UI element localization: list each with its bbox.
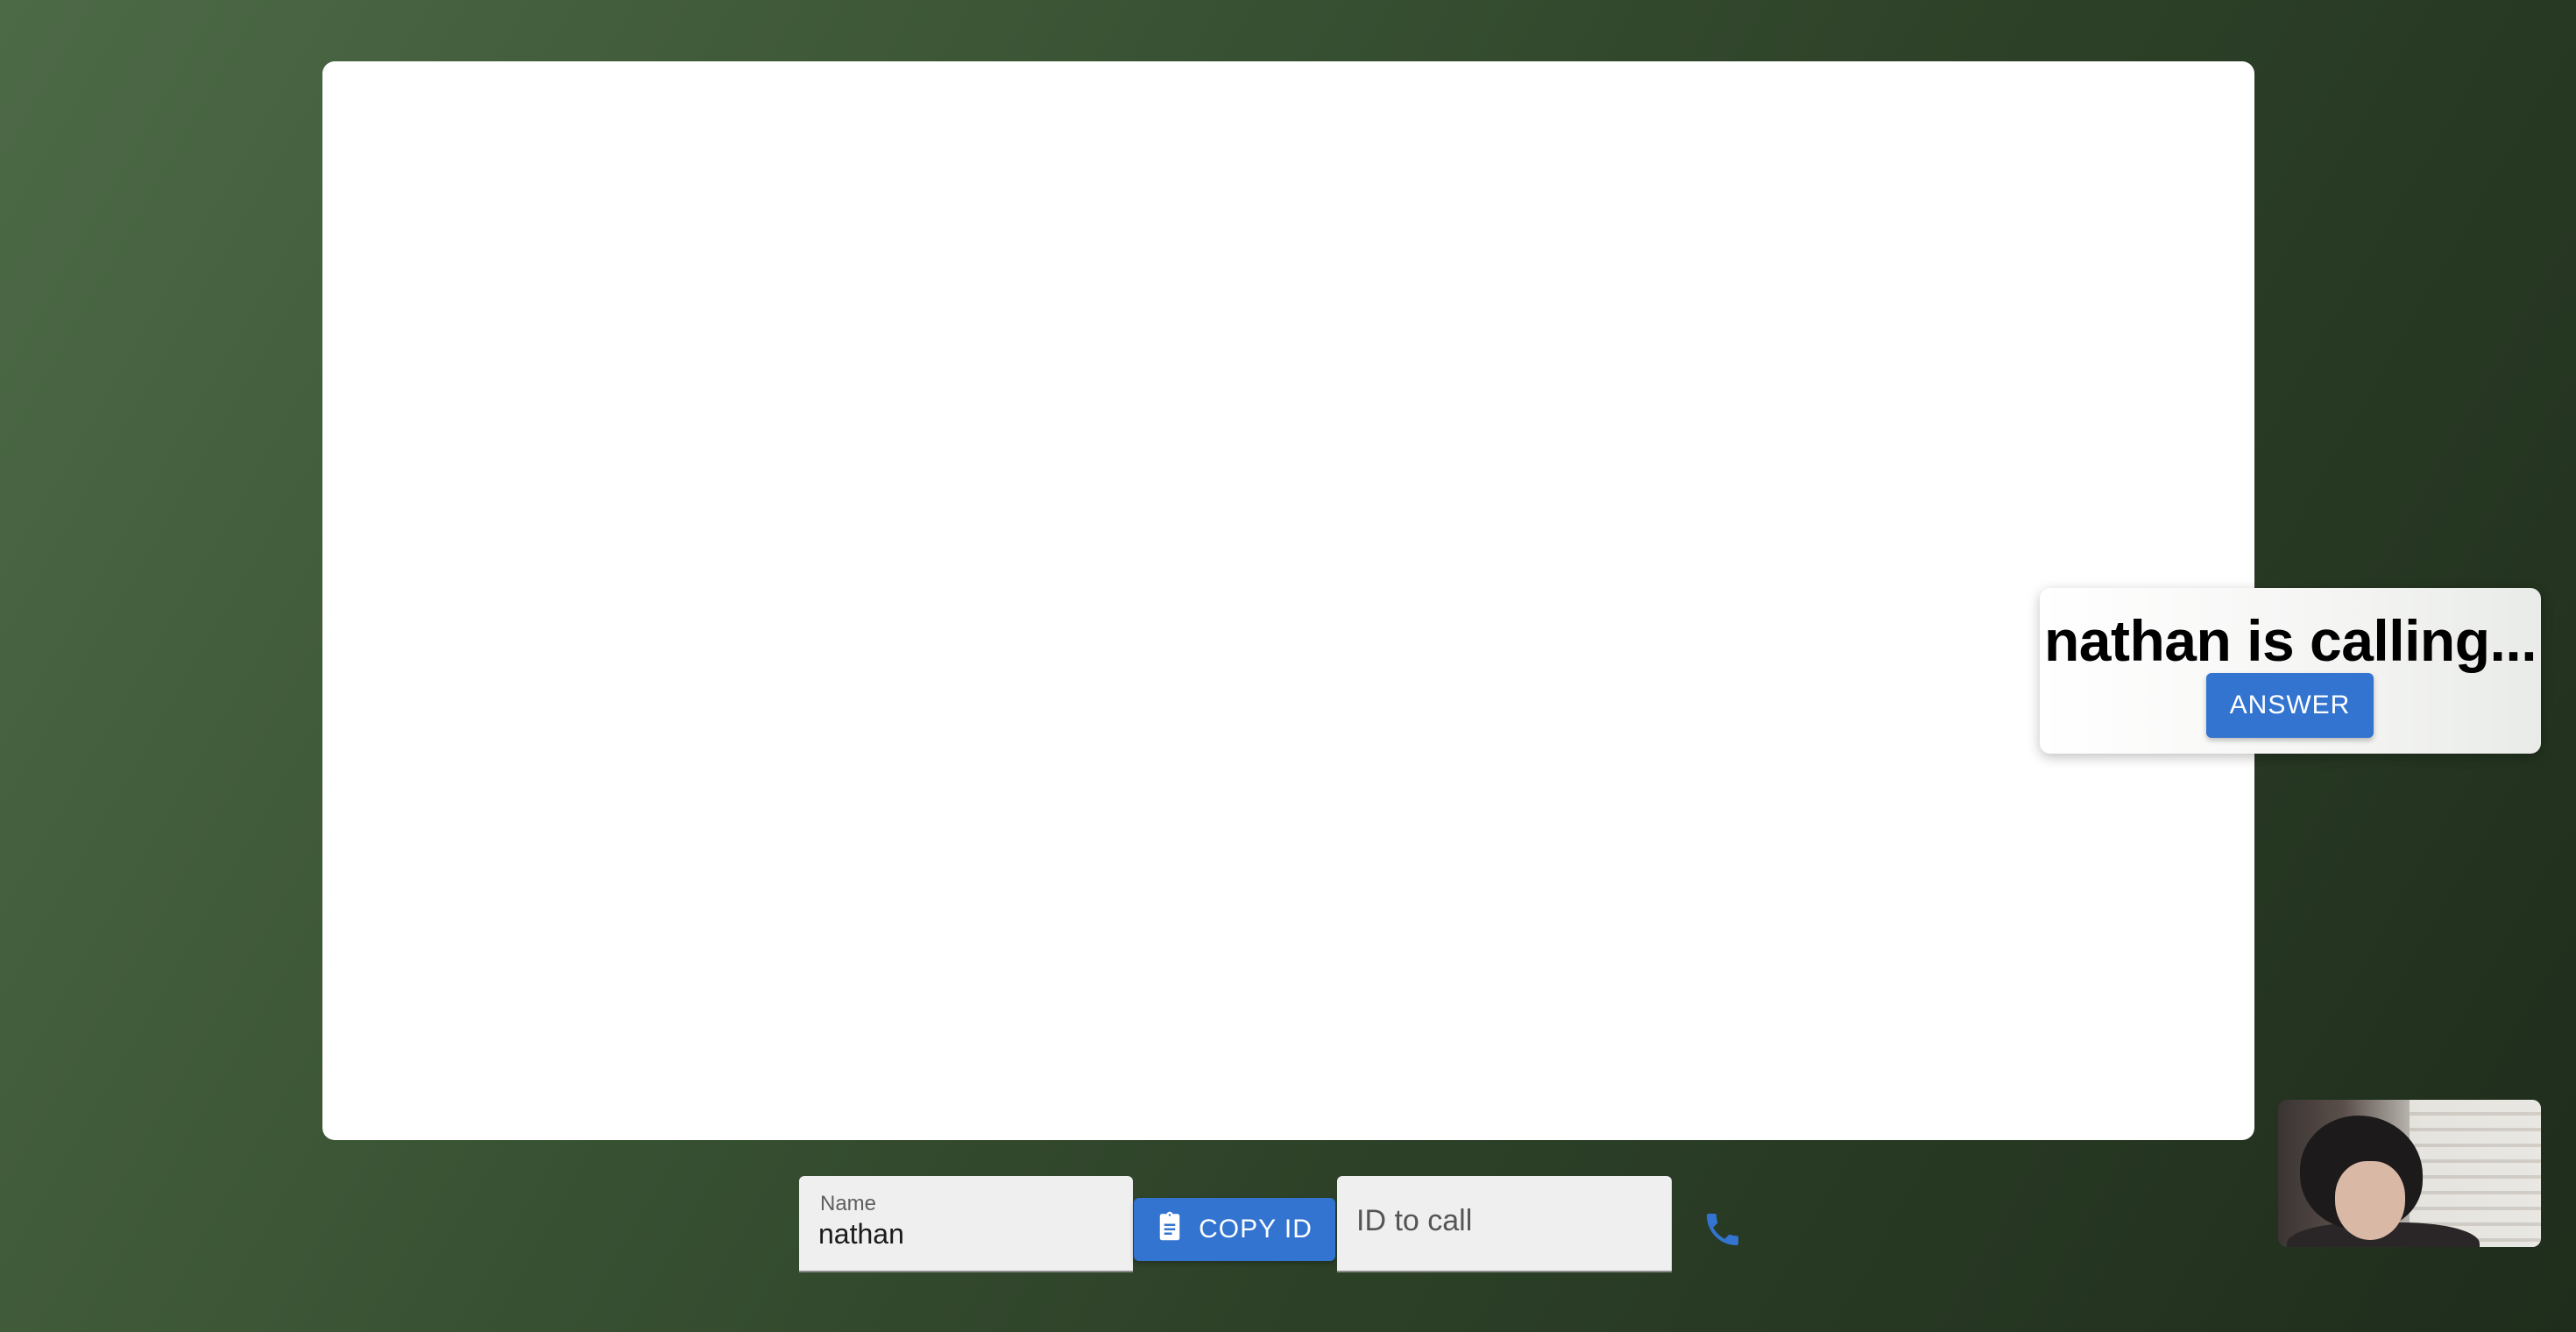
call-button[interactable] bbox=[1698, 1206, 1747, 1255]
remote-video bbox=[322, 61, 2254, 1140]
name-input[interactable] bbox=[818, 1218, 1108, 1251]
copy-id-label: COPY ID bbox=[1199, 1215, 1313, 1243]
clipboard-icon bbox=[1157, 1210, 1183, 1249]
id-to-call-field[interactable] bbox=[1337, 1176, 1672, 1272]
copy-id-button[interactable]: COPY ID bbox=[1134, 1198, 1335, 1261]
incoming-call-title: nathan is calling... bbox=[2043, 608, 2537, 673]
phone-icon bbox=[1702, 1213, 1744, 1253]
name-field[interactable]: Name bbox=[799, 1176, 1133, 1272]
id-to-call-input[interactable] bbox=[1356, 1204, 1645, 1238]
answer-button[interactable]: ANSWER bbox=[2206, 673, 2374, 738]
incoming-call-card: nathan is calling... ANSWER bbox=[2040, 588, 2541, 754]
name-field-label: Name bbox=[820, 1192, 877, 1215]
self-view-video bbox=[2278, 1100, 2541, 1247]
